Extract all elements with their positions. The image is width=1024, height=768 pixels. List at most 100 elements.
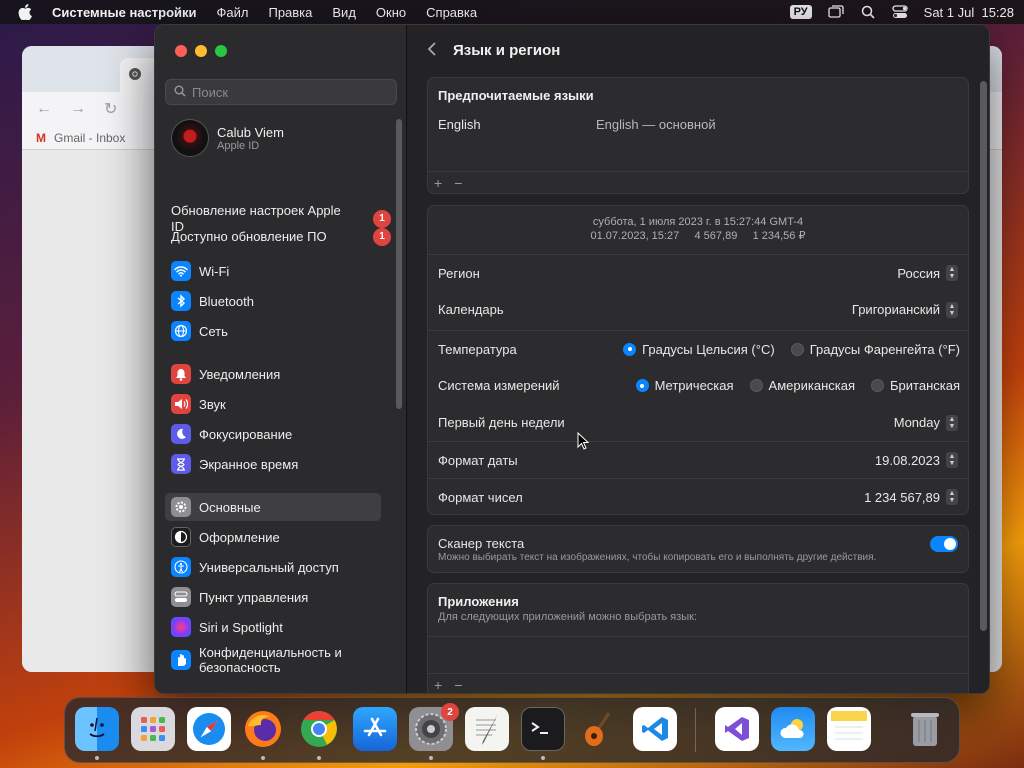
number-format-select[interactable]: 1 234 567,89 ▲ ▼ bbox=[864, 489, 958, 505]
close-window-button[interactable] bbox=[175, 45, 187, 57]
software-update-notice[interactable]: Доступно обновление ПО 1 bbox=[171, 221, 391, 246]
add-language-button[interactable]: + bbox=[434, 175, 442, 191]
sidebar-item-notifications[interactable]: Уведомления bbox=[165, 360, 381, 388]
temperature-label: Температура bbox=[438, 341, 517, 357]
live-text-toggle[interactable] bbox=[930, 536, 958, 552]
system-settings-dock-icon[interactable]: 2 bbox=[409, 703, 459, 751]
menu-file[interactable]: Файл bbox=[217, 5, 249, 20]
running-indicator bbox=[95, 756, 99, 760]
stepper-icon: ▲ ▼ bbox=[946, 414, 958, 431]
apple-id-account[interactable]: Calub Viem Apple ID bbox=[171, 119, 284, 157]
running-indicator bbox=[541, 756, 545, 760]
menu-edit[interactable]: Правка bbox=[268, 5, 312, 20]
search-input[interactable] bbox=[192, 84, 382, 100]
trash-icon[interactable] bbox=[903, 707, 947, 751]
sidebar-item-label: Уведомления bbox=[199, 366, 281, 382]
weather-icon[interactable] bbox=[771, 707, 815, 751]
notes-icon[interactable] bbox=[827, 707, 871, 751]
safari-icon[interactable] bbox=[187, 707, 231, 751]
sidebar-item-wifi[interactable]: Wi-Fi bbox=[165, 257, 381, 285]
minimize-window-button[interactable] bbox=[195, 45, 207, 57]
live-text-title: Сканер текста bbox=[438, 536, 525, 551]
spotlight-search-icon[interactable] bbox=[860, 4, 876, 20]
running-indicator bbox=[261, 756, 265, 760]
sidebar-item-appearance[interactable]: Оформление bbox=[165, 523, 381, 551]
main-header: Язык и регион bbox=[407, 25, 989, 75]
region-select[interactable]: Россия ▲ ▼ bbox=[897, 265, 958, 281]
app-store-icon[interactable] bbox=[353, 707, 397, 751]
region-label: Регион bbox=[438, 265, 480, 281]
sidebar-search[interactable] bbox=[165, 79, 397, 105]
add-app-button[interactable]: + bbox=[434, 677, 442, 693]
zoom-window-button[interactable] bbox=[215, 45, 227, 57]
remove-language-button[interactable]: − bbox=[454, 175, 462, 191]
vscode-icon[interactable] bbox=[633, 707, 677, 751]
bookmark-gmail[interactable]: Gmail - Inbox bbox=[54, 131, 125, 145]
radio-selected-icon bbox=[623, 342, 637, 356]
apple-menu-icon[interactable] bbox=[18, 4, 34, 20]
measurement-row: Система измерений Метрическая Американск… bbox=[428, 367, 968, 404]
sidebar-item-network[interactable]: Сеть bbox=[165, 317, 381, 345]
celsius-radio[interactable]: Градусы Цельсия (°C) bbox=[623, 342, 775, 357]
number-format-row: Формат чисел 1 234 567,89 ▲ ▼ bbox=[428, 478, 968, 515]
date-format-select[interactable]: 19.08.2023 ▲ ▼ bbox=[875, 452, 958, 468]
main-scrollbar[interactable] bbox=[980, 81, 987, 631]
uk-radio[interactable]: Британская bbox=[871, 378, 960, 393]
language-name: English bbox=[438, 117, 481, 132]
fahrenheit-label: Градусы Фаренгейта (°F) bbox=[809, 341, 960, 357]
first-day-value: Monday bbox=[893, 415, 940, 430]
sidebar-item-label: Оформление bbox=[199, 529, 280, 545]
remove-app-button[interactable]: − bbox=[454, 677, 462, 693]
us-radio[interactable]: Американская bbox=[749, 378, 855, 393]
wifi-icon bbox=[171, 261, 191, 281]
fahrenheit-radio[interactable]: Градусы Фаренгейта (°F) bbox=[790, 341, 960, 357]
live-text-card: Сканер текста Можно выбирать текст на из… bbox=[427, 525, 969, 573]
back-arrow-icon[interactable]: ← bbox=[36, 100, 52, 118]
back-chevron-icon[interactable] bbox=[427, 41, 437, 60]
language-row[interactable]: English English — основной bbox=[428, 103, 968, 132]
first-day-row: Первый день недели Monday ▲ ▼ bbox=[428, 404, 968, 441]
calendar-value: Григорианский bbox=[851, 302, 940, 317]
forward-arrow-icon[interactable]: → bbox=[70, 100, 86, 118]
menu-help[interactable]: Справка bbox=[426, 5, 477, 20]
terminal-icon[interactable] bbox=[521, 707, 565, 751]
sidebar-item-privacy-security[interactable]: Конфиденциальность и безопасность bbox=[165, 643, 381, 677]
date-format-label: Формат даты bbox=[438, 452, 518, 468]
chrome-icon[interactable] bbox=[297, 707, 341, 751]
sidebar-item-control-center[interactable]: Пункт управления bbox=[165, 583, 381, 611]
garageband-icon[interactable] bbox=[577, 707, 621, 751]
stepper-icon: ▲ ▼ bbox=[946, 452, 958, 468]
reload-icon[interactable]: ↻ bbox=[104, 99, 117, 119]
launchpad-icon[interactable] bbox=[131, 707, 175, 751]
sidebar-scrollbar[interactable] bbox=[396, 119, 402, 409]
first-day-label: Первый день недели bbox=[438, 415, 565, 430]
finder-icon[interactable] bbox=[75, 707, 119, 751]
menu-app-name[interactable]: Системные настройки bbox=[52, 5, 197, 20]
menu-window[interactable]: Окно bbox=[376, 5, 406, 20]
control-center-icon[interactable] bbox=[892, 4, 908, 20]
notice-badge: 1 bbox=[373, 228, 391, 246]
first-day-select[interactable]: Monday ▲ ▼ bbox=[893, 414, 958, 431]
main-pane: Язык и регион Предпочитаемые языки Engli… bbox=[407, 25, 989, 693]
metric-radio[interactable]: Метрическая bbox=[635, 378, 734, 393]
moon-icon bbox=[171, 424, 191, 444]
input-source-indicator[interactable]: РУ bbox=[789, 5, 812, 19]
sidebar-item-focus[interactable]: Фокусирование bbox=[165, 420, 381, 448]
firefox-icon[interactable] bbox=[241, 707, 285, 751]
sidebar-item-bluetooth[interactable]: Bluetooth bbox=[165, 287, 381, 315]
hourglass-icon bbox=[171, 454, 191, 474]
textedit-icon[interactable] bbox=[465, 707, 509, 751]
radio-unselected-icon bbox=[871, 379, 885, 392]
sidebar-item-screen-time[interactable]: Экранное время bbox=[165, 450, 381, 478]
window-icon[interactable] bbox=[828, 4, 844, 20]
sidebar-item-accessibility[interactable]: Универсальный доступ bbox=[165, 553, 381, 581]
sidebar-item-general[interactable]: Основные bbox=[165, 493, 381, 521]
menu-view[interactable]: Вид bbox=[332, 5, 356, 20]
calendar-select[interactable]: Григорианский ▲ ▼ bbox=[851, 301, 958, 318]
sidebar-item-label: Siri и Spotlight bbox=[199, 619, 283, 635]
avatar bbox=[171, 119, 209, 157]
menubar-clock[interactable]: Sat 1 Jul 15:28 bbox=[924, 5, 1014, 20]
visual-studio-icon[interactable] bbox=[715, 707, 759, 751]
sidebar-item-sound[interactable]: Звук bbox=[165, 390, 381, 418]
sidebar-item-siri-spotlight[interactable]: Siri и Spotlight bbox=[165, 613, 381, 641]
